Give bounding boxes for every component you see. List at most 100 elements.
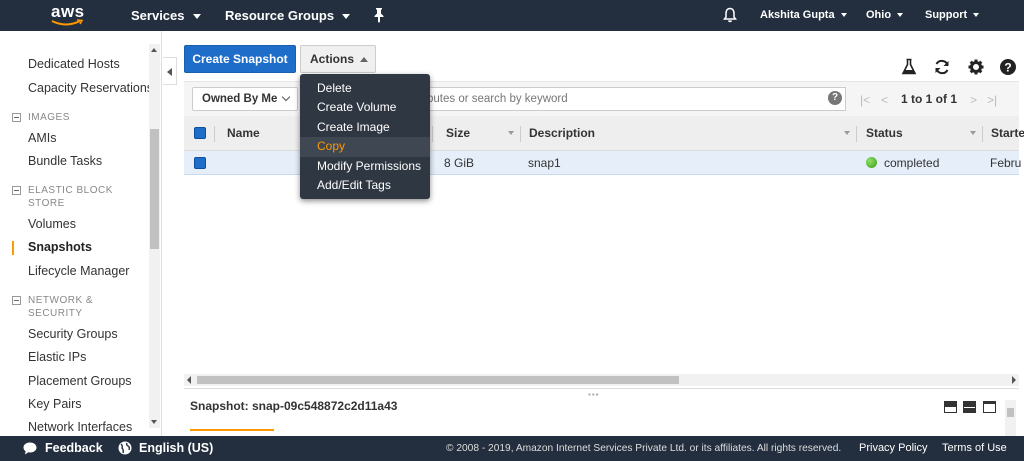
column-header-status[interactable]: Status: [866, 116, 903, 151]
collapse-sidebar-button[interactable]: [163, 57, 177, 85]
menu-item-copy[interactable]: Copy: [300, 137, 430, 157]
globe-icon: [118, 441, 132, 455]
scroll-up-icon[interactable]: [151, 48, 157, 52]
collapse-network-icon[interactable]: [12, 296, 21, 305]
search-placeholder: butes or search by keyword: [427, 93, 568, 105]
feedback-link[interactable]: Feedback: [45, 436, 103, 461]
collapse-ebs-icon[interactable]: [12, 186, 21, 195]
sidebar: Dedicated Hosts Capacity Reservations IM…: [0, 31, 162, 436]
menu-item-create-image[interactable]: Create Image: [300, 118, 430, 137]
sidebar-item-dedicated-hosts[interactable]: Dedicated Hosts: [28, 57, 120, 71]
table-horizontal-scrollbar[interactable]: [184, 374, 1019, 386]
copyright-text: © 2008 - 2019, Amazon Internet Services …: [446, 443, 842, 454]
scroll-right-icon[interactable]: [1012, 376, 1016, 384]
scroll-down-icon[interactable]: [151, 420, 157, 424]
scrollbar-thumb[interactable]: [1007, 408, 1014, 417]
status-ok-icon: [866, 157, 877, 168]
column-header-size[interactable]: Size: [446, 116, 470, 151]
sidebar-item-capacity-reservations[interactable]: Capacity Reservations: [28, 81, 153, 95]
last-page-icon[interactable]: >|: [987, 93, 997, 107]
menu-item-create-volume[interactable]: Create Volume: [300, 98, 430, 117]
menu-item-add-edit-tags[interactable]: Add/Edit Tags: [300, 176, 430, 195]
prev-page-icon[interactable]: <: [881, 93, 888, 107]
sort-icon[interactable]: [508, 131, 514, 135]
resource-groups-menu[interactable]: Resource Groups: [225, 0, 351, 31]
sidebar-heading-network-line1: NETWORK &: [28, 295, 94, 306]
collapse-images-icon[interactable]: [12, 113, 21, 122]
sidebar-item-security-groups[interactable]: Security Groups: [28, 327, 118, 341]
column-header-started[interactable]: Starte: [991, 116, 1024, 151]
menu-item-delete[interactable]: Delete: [300, 79, 430, 98]
menu-item-modify-permissions[interactable]: Modify Permissions: [300, 157, 430, 176]
language-selector[interactable]: English (US): [139, 436, 213, 461]
select-all-checkbox[interactable]: [194, 127, 206, 139]
privacy-policy-link[interactable]: Privacy Policy: [859, 436, 927, 461]
pin-icon[interactable]: [372, 7, 386, 23]
aws-logo[interactable]: aws: [50, 2, 90, 28]
sidebar-item-amis[interactable]: AMIs: [28, 131, 56, 145]
detail-pane: ▪▪▪ Snapshot: snap-09c548872c2d11a43: [184, 388, 1019, 436]
scrollbar-thumb[interactable]: [150, 129, 159, 249]
column-divider: [214, 126, 215, 142]
sidebar-item-placement-groups[interactable]: Placement Groups: [28, 374, 132, 388]
chevron-down-icon: [840, 13, 847, 18]
first-page-icon[interactable]: |<: [860, 93, 870, 107]
cell-started: Febru: [990, 156, 1022, 170]
sort-icon[interactable]: [970, 131, 976, 135]
detail-vertical-scrollbar[interactable]: [1005, 400, 1016, 436]
speech-bubble-icon: [23, 442, 37, 455]
chevron-down-icon: [342, 14, 351, 20]
sidebar-item-lifecycle-manager[interactable]: Lifecycle Manager: [28, 264, 129, 278]
chevron-up-icon: [360, 57, 369, 63]
create-snapshot-button[interactable]: Create Snapshot: [184, 45, 296, 73]
sidebar-item-volumes[interactable]: Volumes: [28, 217, 76, 231]
column-divider: [982, 126, 983, 142]
owned-by-filter[interactable]: Owned By Me: [192, 87, 298, 111]
search-help-icon[interactable]: ?: [828, 91, 842, 105]
column-divider: [856, 126, 857, 142]
sidebar-item-key-pairs[interactable]: Key Pairs: [28, 397, 82, 411]
resize-handle[interactable]: ▪▪▪: [588, 390, 600, 399]
region-label: Ohio: [866, 9, 892, 21]
terms-of-use-link[interactable]: Terms of Use: [942, 436, 1007, 461]
support-label: Support: [925, 9, 968, 21]
footer-bar: Feedback English (US) © 2008 - 2019, Ama…: [0, 436, 1024, 461]
services-menu[interactable]: Services: [131, 0, 201, 31]
sidebar-scrollbar[interactable]: [149, 44, 160, 428]
column-divider: [432, 126, 433, 142]
services-label: Services: [131, 8, 185, 23]
chevron-down-icon: [973, 13, 980, 18]
sort-icon[interactable]: [844, 131, 850, 135]
column-header-description[interactable]: Description: [529, 116, 595, 151]
pane-split-icon[interactable]: [963, 401, 976, 413]
sidebar-heading-images: IMAGES: [28, 112, 70, 123]
active-indicator: [12, 241, 14, 255]
support-menu[interactable]: Support: [925, 0, 980, 31]
scrollbar-thumb[interactable]: [197, 376, 679, 384]
active-tab-indicator: [190, 429, 274, 431]
column-divider: [520, 126, 521, 142]
bell-icon[interactable]: [723, 7, 737, 23]
pagination-text: 1 to 1 of 1: [901, 92, 958, 106]
sidebar-item-elastic-ips[interactable]: Elastic IPs: [28, 350, 86, 364]
flask-icon[interactable]: [900, 58, 918, 76]
actions-button[interactable]: Actions: [300, 45, 376, 73]
column-header-name[interactable]: Name: [227, 116, 260, 151]
refresh-icon[interactable]: [933, 58, 951, 76]
help-circle-icon[interactable]: ?: [999, 58, 1017, 76]
cell-size: 8 GiB: [444, 156, 475, 170]
actions-dropdown-menu: Delete Create Volume Create Image Copy M…: [300, 74, 430, 199]
row-checkbox[interactable]: [194, 157, 206, 169]
next-page-icon[interactable]: >: [970, 93, 977, 107]
sidebar-heading-ebs-line1: ELASTIC BLOCK: [28, 185, 113, 196]
pane-full-icon[interactable]: [983, 401, 996, 413]
chevron-down-icon: [192, 14, 201, 20]
region-menu[interactable]: Ohio: [866, 0, 904, 31]
gear-icon[interactable]: [967, 58, 985, 76]
pane-bottom-icon[interactable]: [944, 401, 957, 413]
sidebar-item-bundle-tasks[interactable]: Bundle Tasks: [28, 154, 102, 168]
user-menu[interactable]: Akshita Gupta: [760, 0, 847, 31]
sidebar-item-snapshots[interactable]: Snapshots: [28, 240, 92, 254]
sidebar-item-network-interfaces[interactable]: Network Interfaces: [28, 420, 132, 434]
scroll-left-icon[interactable]: [187, 376, 191, 384]
